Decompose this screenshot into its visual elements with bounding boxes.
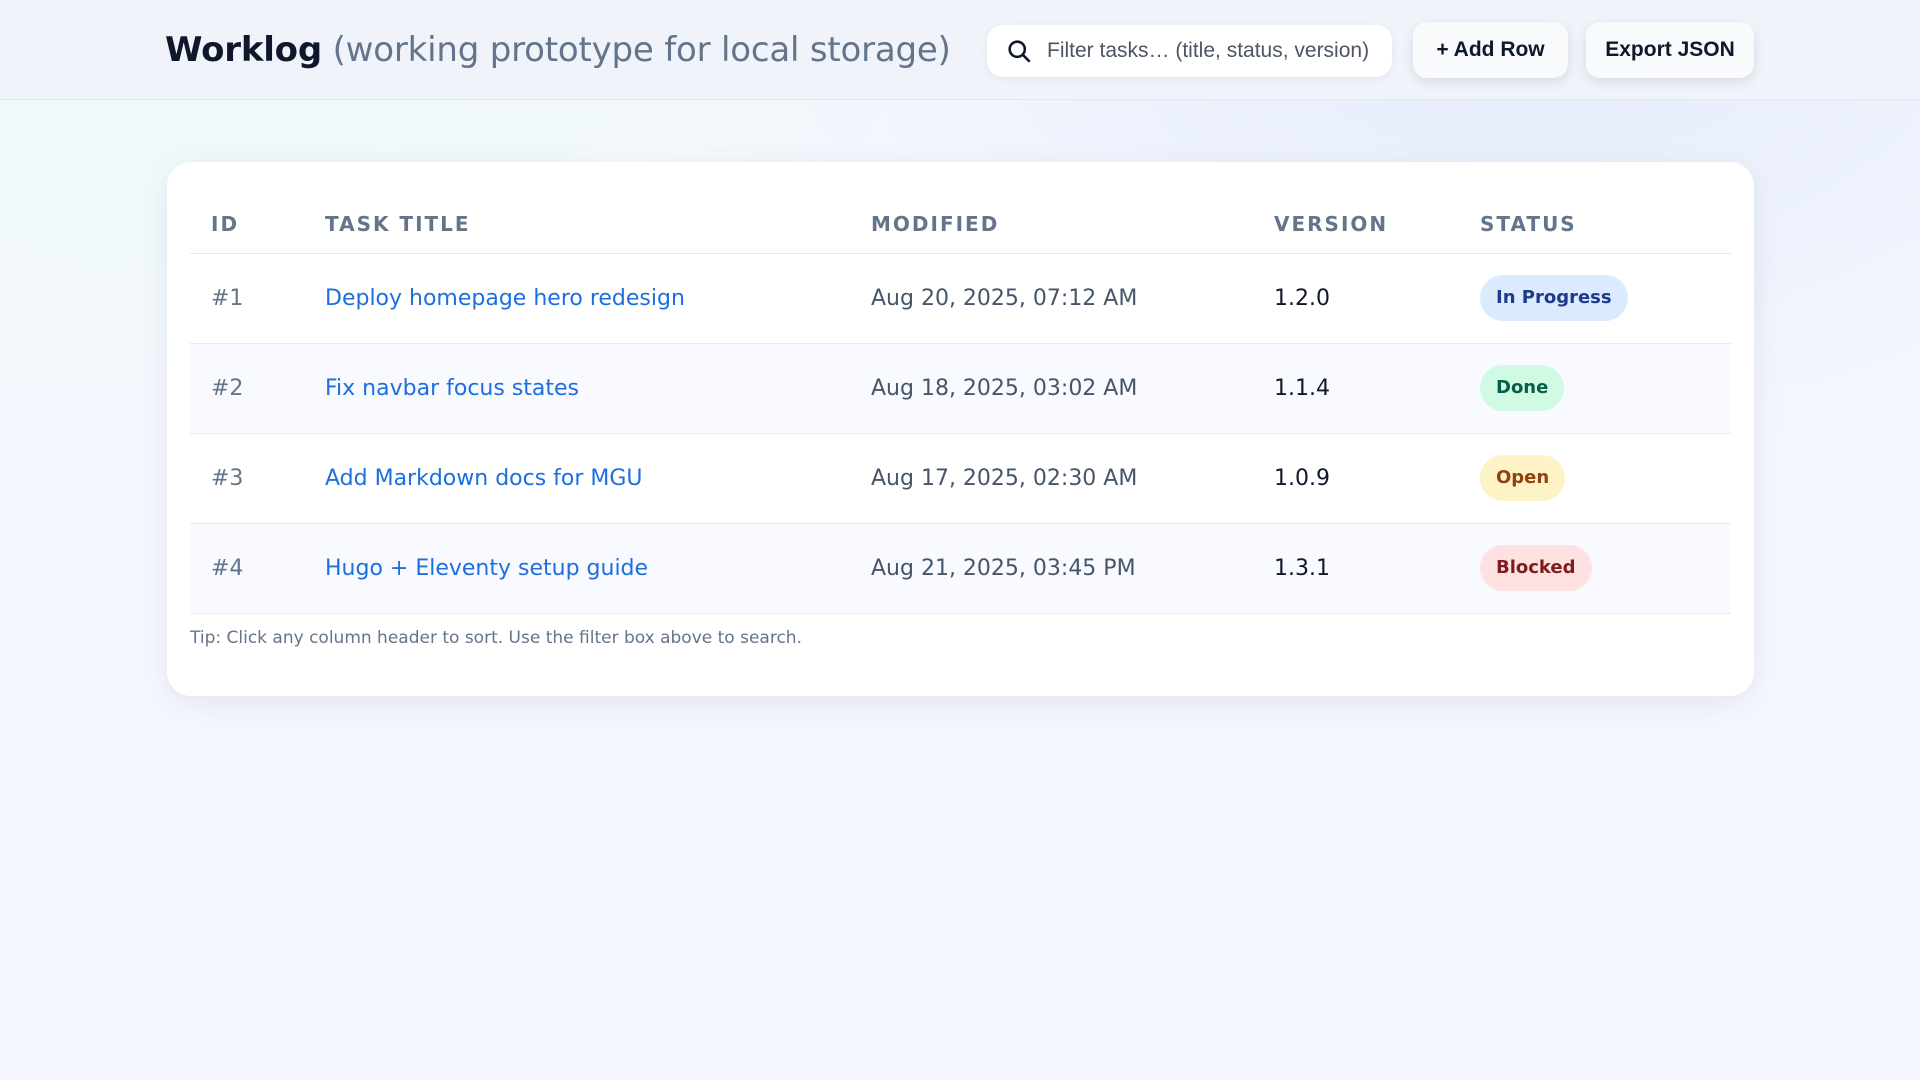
task-title-link[interactable]: Fix navbar focus states (325, 376, 579, 401)
task-version: 1.2.0 (1274, 253, 1480, 344)
task-version: 1.3.1 (1274, 523, 1480, 614)
column-header-version[interactable]: VERSION (1274, 195, 1480, 254)
status-badge: Blocked (1480, 545, 1592, 591)
page-title: Worklog (working prototype for local sto… (165, 30, 951, 70)
task-version: 1.1.4 (1274, 343, 1480, 434)
status-badge: In Progress (1480, 275, 1628, 321)
search-box[interactable] (987, 25, 1392, 77)
column-header-id[interactable]: ID (190, 195, 325, 254)
task-status-cell: Blocked (1480, 523, 1731, 614)
app-name: Worklog (165, 30, 322, 70)
task-title-cell: Fix navbar focus states (325, 343, 871, 434)
table-row: #4 Hugo + Eleventy setup guide Aug 21, 2… (190, 523, 1731, 614)
search-icon (1008, 40, 1031, 63)
task-status-cell: Done (1480, 343, 1731, 434)
task-title-link[interactable]: Deploy homepage hero redesign (325, 286, 685, 311)
task-modified: Aug 17, 2025, 02:30 AM (871, 433, 1274, 524)
export-json-button[interactable]: Export JSON (1586, 22, 1754, 78)
task-title-cell: Hugo + Eleventy setup guide (325, 523, 871, 614)
search-input[interactable] (1047, 39, 1392, 63)
table-row: #1 Deploy homepage hero redesign Aug 20,… (190, 253, 1731, 344)
app-subtitle: (working prototype for local storage) (332, 30, 951, 70)
task-id: #4 (190, 523, 325, 614)
task-title-link[interactable]: Hugo + Eleventy setup guide (325, 556, 648, 581)
task-id: #3 (190, 433, 325, 524)
tasks-table: ID TASK TITLE MODIFIED VERSION STATUS #1… (190, 195, 1731, 614)
table-row: #3 Add Markdown docs for MGU Aug 17, 202… (190, 433, 1731, 524)
task-status-cell: In Progress (1480, 253, 1731, 344)
task-title-link[interactable]: Add Markdown docs for MGU (325, 466, 643, 491)
task-status-cell: Open (1480, 433, 1731, 524)
column-header-task-title[interactable]: TASK TITLE (325, 195, 871, 254)
tasks-card: ID TASK TITLE MODIFIED VERSION STATUS #1… (167, 162, 1754, 696)
task-title-cell: Deploy homepage hero redesign (325, 253, 871, 344)
table-header-row: ID TASK TITLE MODIFIED VERSION STATUS (190, 195, 1731, 254)
task-modified: Aug 21, 2025, 03:45 PM (871, 523, 1274, 614)
add-row-button[interactable]: + Add Row (1413, 22, 1568, 78)
table-row: #2 Fix navbar focus states Aug 18, 2025,… (190, 343, 1731, 434)
task-modified: Aug 18, 2025, 03:02 AM (871, 343, 1274, 434)
task-id: #1 (190, 253, 325, 344)
task-modified: Aug 20, 2025, 07:12 AM (871, 253, 1274, 344)
column-header-status[interactable]: STATUS (1480, 195, 1731, 254)
status-badge: Done (1480, 365, 1565, 411)
task-id: #2 (190, 343, 325, 434)
sort-tip: Tip: Click any column header to sort. Us… (190, 628, 802, 648)
column-header-modified[interactable]: MODIFIED (871, 195, 1274, 254)
app-header: Worklog (working prototype for local sto… (0, 0, 1920, 100)
task-version: 1.0.9 (1274, 433, 1480, 524)
status-badge: Open (1480, 455, 1566, 501)
task-title-cell: Add Markdown docs for MGU (325, 433, 871, 524)
